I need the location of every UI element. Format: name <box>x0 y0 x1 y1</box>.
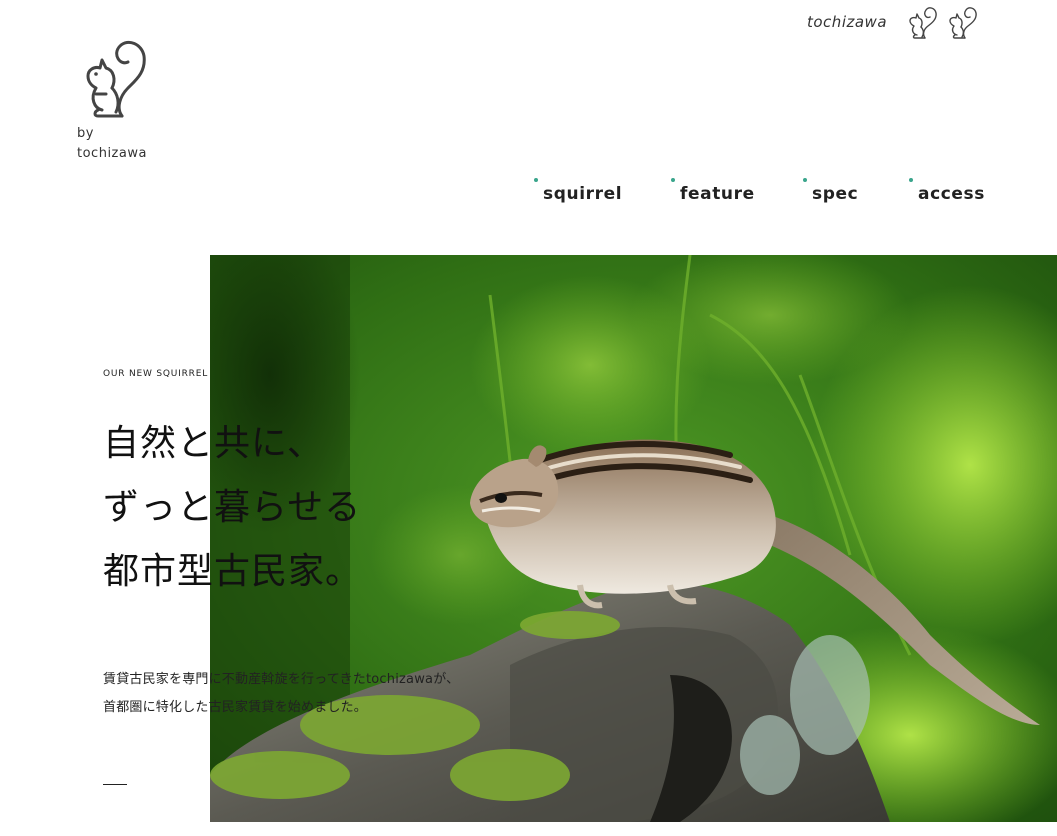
squirrel-icon[interactable] <box>907 7 941 45</box>
nav-dot <box>671 178 675 182</box>
main-nav: squirrel feature spec access <box>0 172 1057 212</box>
headline-line: ずっと暮らせる <box>103 487 362 528</box>
nav-dot <box>909 178 913 182</box>
hero-body-text: 賃貸古民家を専門に不動産斡旋を行ってきたtochizawaが、 首都圏に特化した… <box>103 666 459 722</box>
hero-eyebrow: OUR NEW SQUIRREL <box>103 369 209 379</box>
scroll-indicator-line <box>103 784 127 785</box>
headline-line: 自然と共に、 <box>103 423 324 464</box>
nav-dot <box>803 178 807 182</box>
nav-label: squirrel <box>543 184 623 204</box>
logo-name-text: tochizawa <box>77 146 147 161</box>
nav-label: feature <box>680 184 755 204</box>
squirrel-icon[interactable] <box>947 7 981 45</box>
logo-by-text: by <box>77 126 94 141</box>
brand-name[interactable]: tochizawa <box>807 13 887 31</box>
squirrel-logo-icon[interactable] <box>76 38 160 122</box>
body-line: 賃貸古民家を専門に不動産斡旋を行ってきたtochizawaが、 <box>103 672 460 687</box>
hero-headline: 自然と共に、 ずっと暮らせる 都市型古民家。 <box>103 412 362 604</box>
headline-line: 都市型古民家。 <box>103 551 363 592</box>
nav-label: access <box>918 184 985 204</box>
nav-dot <box>534 178 538 182</box>
body-line: 首都圏に特化した古民家賃貸を始めました。 <box>103 700 368 715</box>
nav-label: spec <box>812 184 859 204</box>
